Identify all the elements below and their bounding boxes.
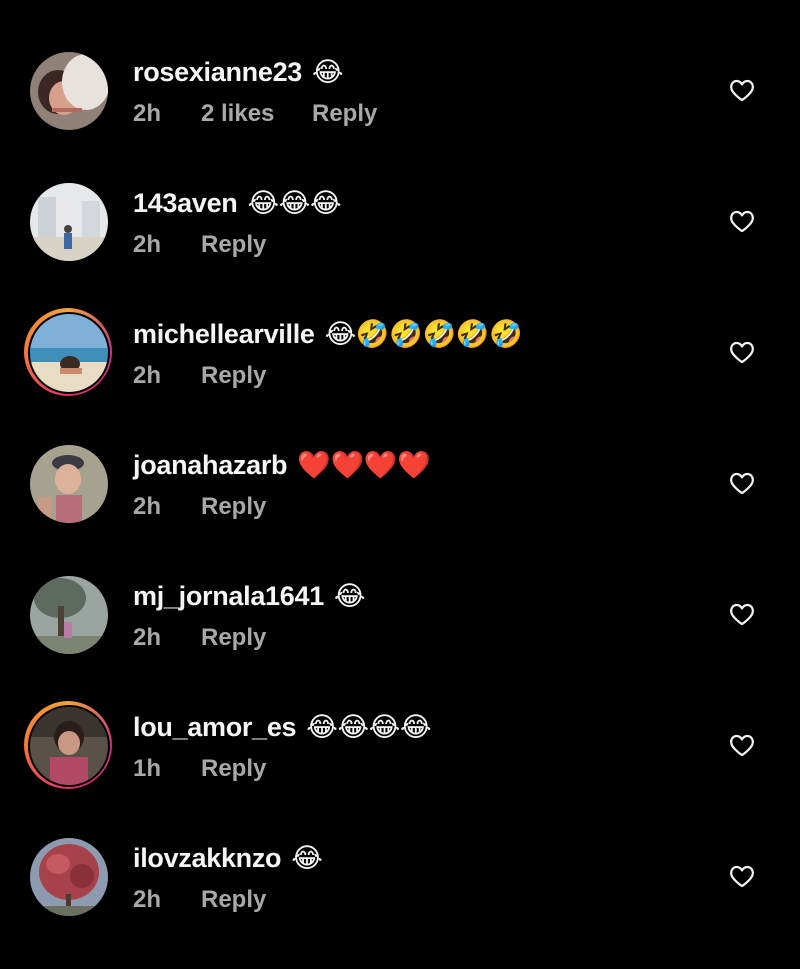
comment-meta: 2h Reply <box>133 361 266 391</box>
username[interactable]: mj_jornala1641 <box>133 581 324 612</box>
username[interactable]: michellearville <box>133 319 315 350</box>
comment-meta: 2h 2 likes Reply <box>133 99 377 129</box>
avatar[interactable] <box>30 52 108 130</box>
comment-text: rosexianne23 😂 <box>133 54 344 90</box>
comment-emoji: ❤️❤️❤️❤️ <box>297 450 431 481</box>
comment-item: rosexianne23 😂 2h 2 likes Reply <box>0 52 800 183</box>
timestamp: 2h <box>133 100 162 127</box>
avatar[interactable] <box>30 576 108 654</box>
comment-item: joanahazarb ❤️❤️❤️❤️ 2h Reply <box>0 445 800 576</box>
comment-text: michellearville 😂🤣🤣🤣🤣🤣 <box>133 316 523 352</box>
timestamp: 1h <box>133 755 162 782</box>
heart-outline-icon[interactable] <box>728 600 756 628</box>
avatar[interactable] <box>30 445 108 523</box>
comment-text: lou_amor_es 😂😂😂😂 <box>133 709 432 745</box>
reply-button[interactable]: Reply <box>201 886 266 914</box>
username[interactable]: rosexianne23 <box>133 57 302 88</box>
comment-item: ilovzakknzo 😂 2h Reply <box>0 838 800 969</box>
comment-emoji: 😂 <box>333 580 366 612</box>
username[interactable]: 143aven <box>133 188 238 219</box>
heart-outline-icon[interactable] <box>728 207 756 235</box>
comment-meta: 2h Reply <box>133 623 266 653</box>
timestamp: 2h <box>133 624 162 651</box>
timestamp: 2h <box>133 886 162 913</box>
username[interactable]: lou_amor_es <box>133 712 297 743</box>
comment-item: 143aven 😂😂😂 2h Reply <box>0 183 800 314</box>
comment-emoji: 😂 <box>291 842 323 874</box>
reply-button[interactable]: Reply <box>201 362 266 390</box>
heart-outline-icon[interactable] <box>728 731 756 759</box>
comment-emoji: 😂 <box>312 56 344 88</box>
comment-emoji: 😂🤣🤣🤣🤣🤣 <box>324 319 523 350</box>
reply-button[interactable]: Reply <box>201 755 266 783</box>
username[interactable]: ilovzakknzo <box>133 843 282 874</box>
comment-meta: 2h Reply <box>133 230 266 260</box>
reply-button[interactable]: Reply <box>201 624 266 652</box>
reply-button[interactable]: Reply <box>312 100 377 128</box>
comment-meta: 2h Reply <box>133 492 266 522</box>
likes-count[interactable]: 2 likes <box>201 100 312 128</box>
avatar[interactable] <box>24 701 112 789</box>
comment-emoji: 😂😂😂 <box>247 187 342 219</box>
heart-outline-icon[interactable] <box>728 338 756 366</box>
avatar[interactable] <box>30 838 108 916</box>
heart-outline-icon[interactable] <box>728 76 756 104</box>
timestamp: 2h <box>133 362 162 389</box>
comment-emoji: 😂😂😂😂 <box>306 711 432 743</box>
comment-list: rosexianne23 😂 2h 2 likes Reply 143aven … <box>0 0 800 930</box>
timestamp: 2h <box>133 493 162 520</box>
comment-item: michellearville 😂🤣🤣🤣🤣🤣 2h Reply <box>0 308 800 445</box>
avatar[interactable] <box>30 183 108 261</box>
comment-text: joanahazarb ❤️❤️❤️❤️ <box>133 447 431 483</box>
username[interactable]: joanahazarb <box>133 450 288 481</box>
reply-button[interactable]: Reply <box>201 493 266 521</box>
comment-meta: 2h Reply <box>133 885 266 915</box>
reply-button[interactable]: Reply <box>201 231 266 259</box>
timestamp: 2h <box>133 231 162 258</box>
comment-text: ilovzakknzo 😂 <box>133 840 323 876</box>
comment-text: 143aven 😂😂😂 <box>133 185 342 221</box>
heart-outline-icon[interactable] <box>728 469 756 497</box>
avatar[interactable] <box>24 308 112 396</box>
comment-text: mj_jornala1641 😂 <box>133 578 365 614</box>
comment-item: mj_jornala1641 😂 2h Reply <box>0 576 800 707</box>
heart-outline-icon[interactable] <box>728 862 756 890</box>
comment-meta: 1h Reply <box>133 754 266 784</box>
comment-item: lou_amor_es 😂😂😂😂 1h Reply <box>0 701 800 838</box>
